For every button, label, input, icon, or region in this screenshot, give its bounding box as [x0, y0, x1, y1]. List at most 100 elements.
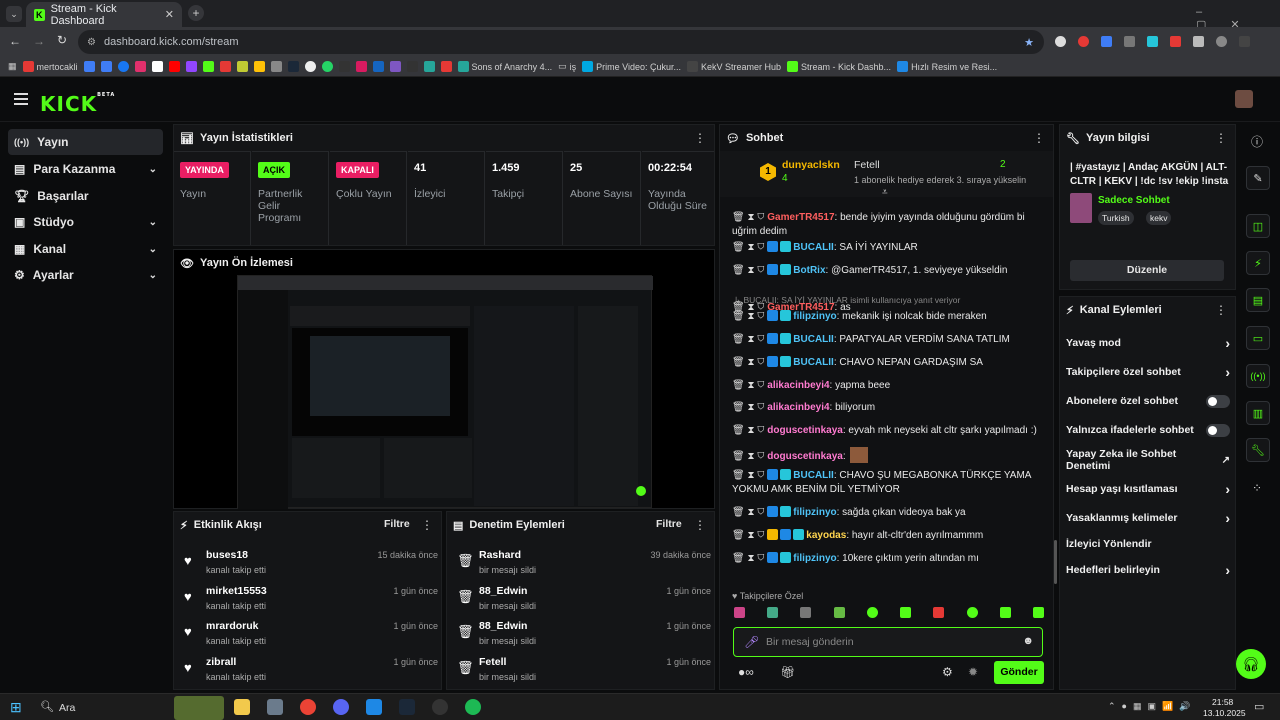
sidebar-item-ayarlar[interactable]: ⚙ Ayarlar ⌄ [8, 262, 163, 288]
chat-username[interactable]: filipzinyo [793, 311, 836, 322]
timeout-icon[interactable]: ⧗ [747, 507, 754, 518]
toggle-switch[interactable] [1206, 394, 1230, 408]
chat-username[interactable]: filipzinyo [793, 553, 836, 564]
mod-trash-icon[interactable]: 🗑︎ [732, 470, 745, 481]
ban-shield-icon[interactable]: ⛉ [757, 334, 764, 345]
chat-username[interactable]: BUCALII [793, 242, 834, 253]
edit-pencil-icon[interactable]: ✎ [1246, 166, 1270, 190]
close-tab-icon[interactable]: ✕ [165, 8, 174, 21]
timeout-icon[interactable]: ⧗ [747, 425, 754, 436]
ban-shield-icon[interactable]: ⛉ [757, 451, 764, 462]
channel-action-item[interactable]: Hesap yaşı kısıtlaması › [1066, 479, 1230, 499]
taskbar-widget-image[interactable] [174, 696, 224, 720]
chat-username[interactable]: BUCALII [793, 470, 834, 481]
chat-username[interactable]: doguscetinkaya [767, 425, 843, 436]
ban-shield-icon[interactable]: ⛉ [757, 402, 764, 413]
timeout-icon[interactable]: ⧗ [747, 212, 754, 223]
bookmark-star-icon[interactable]: ★ [1024, 36, 1034, 49]
ban-shield-icon[interactable]: ⛉ [757, 311, 764, 322]
mod-trash-icon[interactable]: 🗑︎ [732, 425, 745, 436]
settings-gear-icon[interactable]: ⚙ [942, 665, 953, 679]
support-headset-icon[interactable]: 🎧︎ [1236, 649, 1266, 679]
ban-shield-icon[interactable]: ⛉ [757, 530, 764, 541]
timeout-icon[interactable]: ⧗ [747, 311, 754, 322]
taskbar-search-icon[interactable]: 🔍︎ [40, 700, 54, 713]
quick-wrench-icon[interactable]: 🔧︎ [1246, 438, 1270, 462]
mod-trash-icon[interactable]: 🗑︎ [732, 507, 745, 518]
app-icon[interactable] [366, 699, 382, 715]
bookmark-folder[interactable]: ▭ iş [558, 61, 576, 72]
info-icon[interactable]: ⓘ [1251, 133, 1263, 150]
category-name[interactable]: Sadece Sohbet [1098, 195, 1170, 206]
chat-username[interactable]: GamerTR4517 [767, 212, 834, 223]
chrome-icon[interactable] [300, 699, 316, 715]
more-menu-icon[interactable]: ⋮ [1215, 303, 1227, 317]
steam-icon[interactable] [399, 699, 415, 715]
edit-button[interactable]: Düzenle [1070, 260, 1224, 281]
quick-layout-icon[interactable]: ▥ [1246, 401, 1270, 425]
mod-trash-icon[interactable]: 🗑︎ [732, 311, 745, 322]
channel-action-item[interactable]: Yalnızca ifadelerle sohbet [1066, 420, 1230, 440]
mod-trash-icon[interactable]: 🗑︎ [732, 357, 745, 368]
mod-trash-icon[interactable]: 🗑︎ [732, 402, 745, 413]
badge-icon[interactable]: ✹ [968, 665, 978, 679]
stream-preview-video[interactable] [237, 275, 653, 509]
more-menu-icon[interactable]: ⋮ [1215, 131, 1227, 145]
bookmark-item[interactable]: Sons of Anarchy 4... [457, 61, 552, 72]
more-menu-icon[interactable]: ⋮ [1033, 131, 1045, 145]
mod-trash-icon[interactable]: 🗑︎ [732, 212, 745, 223]
start-icon[interactable]: ⊞ [10, 699, 22, 716]
toggle-switch[interactable] [1206, 423, 1230, 437]
sidebar-item-basarilar[interactable]: 🏆︎ Başarılar [8, 183, 163, 209]
ban-shield-icon[interactable]: ⛉ [757, 507, 764, 518]
file-explorer-icon[interactable] [234, 699, 250, 715]
mod-trash-icon[interactable]: 🗑︎ [732, 553, 745, 564]
reload-icon[interactable]: ↻ [57, 33, 67, 47]
mod-trash-icon[interactable]: 🗑︎ [732, 242, 745, 253]
timeout-icon[interactable]: ⧗ [747, 265, 754, 276]
ban-shield-icon[interactable]: ⛉ [757, 357, 764, 368]
channel-action-item[interactable]: Yapay Zeka ile Sohbet Denetimi ↗ [1066, 448, 1230, 472]
bookmark-item[interactable]: mertocakli [22, 61, 78, 72]
sidebar-item-para-kazanma[interactable]: ▤ Para Kazanma ⌄ [8, 156, 163, 182]
ban-shield-icon[interactable]: ⛉ [757, 242, 764, 253]
channel-action-item[interactable]: Yasaklanmış kelimeler › [1066, 508, 1230, 528]
chat-username[interactable]: filipzinyo [793, 507, 836, 518]
channel-action-item[interactable]: Yavaş mod › [1066, 333, 1230, 353]
chat-username[interactable]: alikacinbeyi4 [767, 402, 829, 413]
hamburger-menu-icon[interactable] [14, 93, 28, 105]
mod-trash-icon[interactable]: 🗑︎ [732, 265, 745, 276]
calculator-icon[interactable] [267, 699, 283, 715]
site-info-icon[interactable]: ⚙ [87, 37, 96, 48]
system-tray-icons[interactable]: ⌃●▦▣📶🔊 [1108, 701, 1196, 712]
bookmark-item[interactable]: KekV Streamer Hub [686, 61, 781, 72]
moderation-filter-button[interactable]: Filtre [656, 518, 682, 530]
timeout-icon[interactable]: ⧗ [747, 242, 754, 253]
forward-icon[interactable]: → [33, 34, 45, 48]
ban-shield-icon[interactable]: ⛉ [757, 425, 764, 436]
sidebar-item-yayin[interactable]: ((•)) Yayın [8, 129, 163, 155]
emoji-icon[interactable]: ☻ [1022, 635, 1034, 647]
clip-icon[interactable]: ◫ [1246, 214, 1270, 238]
timeout-icon[interactable]: ⧗ [747, 402, 754, 413]
sidebar-item-studyo[interactable]: ▣ Stüdyo ⌄ [8, 209, 163, 235]
timeout-icon[interactable]: ⧗ [747, 357, 754, 368]
ban-shield-icon[interactable]: ⛉ [757, 380, 764, 391]
mod-trash-icon[interactable]: 🗑︎ [732, 451, 745, 462]
ban-shield-icon[interactable]: ⛉ [757, 470, 764, 481]
mod-trash-icon[interactable]: 🗑︎ [732, 380, 745, 391]
ban-shield-icon[interactable]: ⛉ [757, 553, 764, 564]
discord-icon[interactable] [333, 699, 349, 715]
url-field[interactable]: ⚙ dashboard.kick.com/stream ★ [78, 30, 1044, 54]
mod-trash-icon[interactable]: 🗑︎ [732, 530, 745, 541]
gift-icon[interactable]: 🎁︎ [780, 665, 795, 679]
taskbar-search-label[interactable]: Ara [59, 702, 75, 714]
activity-filter-button[interactable]: Filtre [384, 518, 410, 530]
timeout-icon[interactable]: ⧗ [747, 380, 754, 391]
sidebar-item-kanal[interactable]: ▦ Kanal ⌄ [8, 236, 163, 262]
back-icon[interactable]: ← [9, 34, 21, 48]
emote-bar[interactable] [734, 607, 1044, 621]
more-menu-icon[interactable]: ⋮ [694, 131, 706, 145]
collapse-chevron-icon[interactable]: ⩡ [882, 187, 888, 198]
tab-search-icon[interactable]: ⌄ [6, 6, 22, 22]
